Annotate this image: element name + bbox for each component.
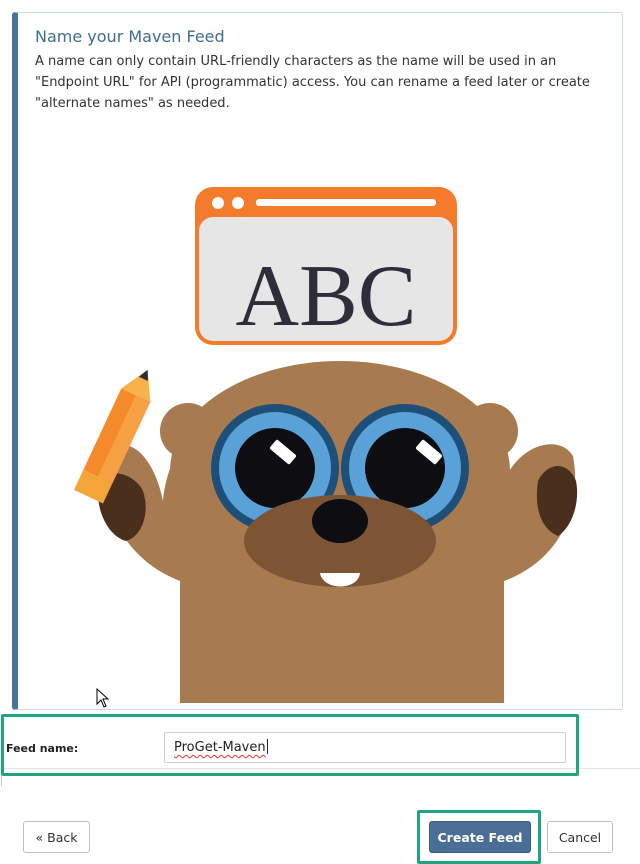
panel-title: Name your Maven Feed (35, 27, 225, 46)
back-button[interactable]: « Back (23, 821, 90, 853)
info-panel: Name your Maven Feed A name can only con… (12, 12, 623, 710)
feed-name-highlight (1, 714, 579, 776)
mascot-muzzle (244, 495, 436, 587)
mouse-cursor-icon (96, 688, 110, 708)
window-text: ABC (236, 248, 417, 345)
divider-tick (1, 776, 2, 786)
panel-description: A name can only contain URL-friendly cha… (35, 54, 590, 111)
cancel-button[interactable]: Cancel (547, 821, 613, 853)
browser-window-graphic: ABC (195, 187, 457, 345)
create-feed-highlight (417, 810, 541, 864)
mascot-illustration: ABC (73, 187, 578, 703)
